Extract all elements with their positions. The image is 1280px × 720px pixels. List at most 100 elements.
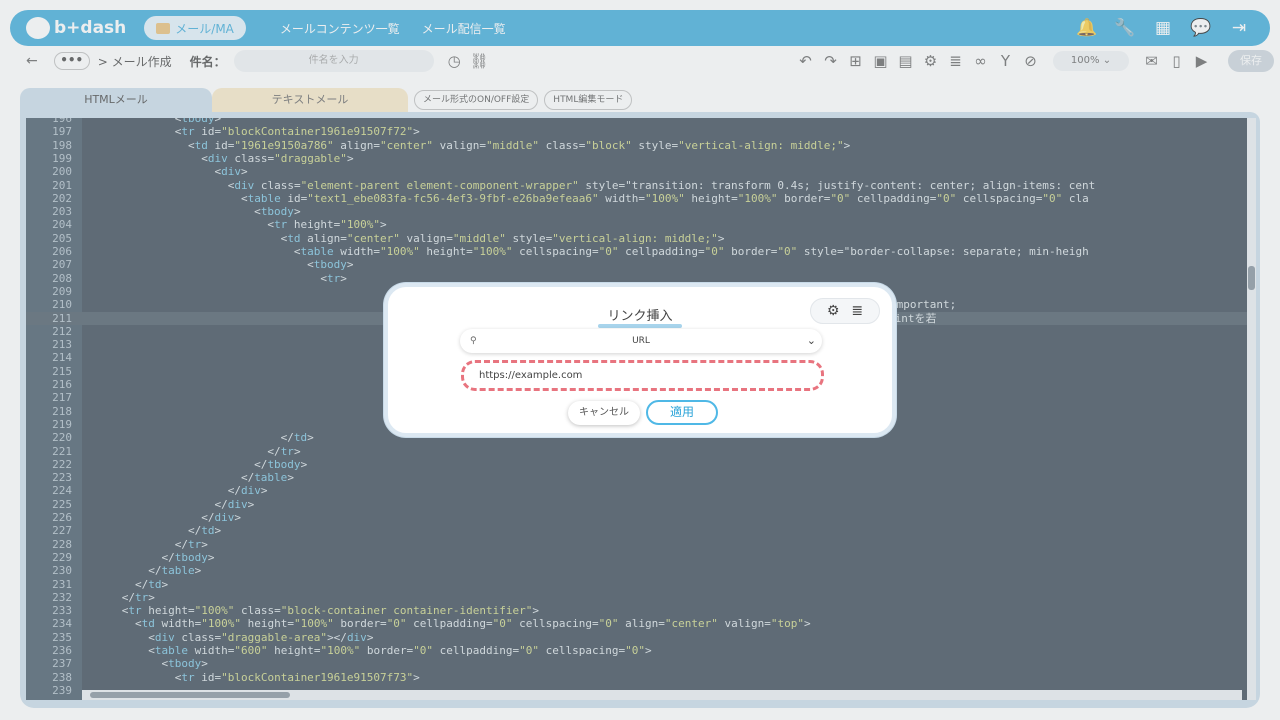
more-button[interactable]: ••• <box>53 52 90 70</box>
apply-button[interactable]: 適用 <box>646 400 718 425</box>
line-number: 204 <box>52 218 72 232</box>
code-line[interactable]: 200 <div> <box>26 165 1248 178</box>
line-number: 224 <box>52 484 72 498</box>
code-line[interactable]: 202 <table id="text1_ebe083fa-fc56-4ef3-… <box>26 192 1248 205</box>
code-line[interactable]: 225 </div> <box>26 498 1248 511</box>
code-line[interactable]: 221 </tr> <box>26 445 1248 458</box>
dialog-tools: ⚙ ≣ <box>810 298 880 324</box>
play-icon[interactable]: ▶ <box>1189 52 1214 70</box>
code-line[interactable]: 230 </table> <box>26 564 1248 577</box>
code-line[interactable]: 236 <table width="600" height="100%" bor… <box>26 644 1248 657</box>
top-navigation-bar: b+dash メール/MA メールコンテンツ一覧 メール配信一覧 🔔 🔧 ▦ 💬… <box>10 10 1270 46</box>
image-icon[interactable]: ▣ <box>868 52 893 70</box>
code-line[interactable]: 233 <tr height="100%" class="block-conta… <box>26 604 1248 617</box>
line-number: 236 <box>52 644 72 657</box>
settings-gears-icon[interactable]: ⚙ <box>827 303 840 319</box>
code-line[interactable]: 223 </table> <box>26 471 1248 484</box>
code-line[interactable]: 224 </div> <box>26 484 1248 497</box>
code-line[interactable]: 207 <tbody> <box>26 258 1248 271</box>
horizontal-scroll-thumb[interactable] <box>90 692 290 698</box>
line-text: <tr> <box>82 271 347 285</box>
undo-icon[interactable]: ↶ <box>793 52 818 70</box>
zoom-select[interactable]: 100% ⌄ <box>1053 51 1129 71</box>
code-line[interactable]: 237 <tbody> <box>26 657 1248 670</box>
line-number: 218 <box>52 404 72 418</box>
tab-html-mail[interactable]: HTMLメール <box>20 88 212 112</box>
module-label: メール/MA <box>175 21 234 36</box>
unlink-icon[interactable]: ⊘ <box>1018 52 1043 70</box>
back-arrow-icon[interactable]: ← <box>26 53 38 69</box>
horizontal-scrollbar[interactable] <box>82 690 1242 700</box>
code-line[interactable]: 238 <tr id="blockContainer1961e91507f73"… <box>26 671 1248 684</box>
code-line[interactable]: 235 <div class="draggable-area"></div> <box>26 631 1248 644</box>
line-text: </td> <box>82 577 169 591</box>
settings-gears-icon[interactable]: ⚙ <box>918 52 943 70</box>
calendar-icon[interactable]: ▤ <box>893 52 918 70</box>
save-button[interactable]: 保存 <box>1228 50 1274 72</box>
grid-icon[interactable]: ▦ <box>1144 18 1182 38</box>
database-icon[interactable]: ≣ <box>851 303 863 319</box>
code-line[interactable]: 222 </tbody> <box>26 458 1248 471</box>
code-line[interactable]: 228 </tr> <box>26 538 1248 551</box>
code-line[interactable]: 231 </td> <box>26 578 1248 591</box>
code-line[interactable]: 205 <td align="center" valign="middle" s… <box>26 232 1248 245</box>
line-number: 216 <box>52 378 72 391</box>
chat-icon[interactable]: 💬 <box>1182 18 1220 38</box>
logo-icon <box>26 17 50 39</box>
nav-mail-contents[interactable]: メールコンテンツ一覧 <box>280 20 400 37</box>
line-text: </div> <box>82 484 268 498</box>
code-line[interactable]: 203 <tbody> <box>26 205 1248 218</box>
add-block-icon[interactable]: ⊞ <box>843 52 868 70</box>
code-line[interactable]: 196 <tbody> <box>26 118 1248 125</box>
line-number: 232 <box>52 590 72 604</box>
code-line[interactable]: 198 <td id="1961e9150a786" align="center… <box>26 139 1248 152</box>
code-line[interactable]: 197 <tr id="blockContainer1961e91507f72"… <box>26 125 1248 138</box>
logo[interactable]: b+dash <box>26 17 126 39</box>
code-line[interactable]: 227 </td> <box>26 524 1248 537</box>
line-number: 203 <box>52 205 72 219</box>
line-text: </tr> <box>82 537 208 551</box>
line-text: </table> <box>82 471 294 485</box>
nav-mail-delivery[interactable]: メール配信一覧 <box>422 20 506 37</box>
logout-icon[interactable]: ⇥ <box>1220 18 1258 38</box>
code-line[interactable]: 229 </tbody> <box>26 551 1248 564</box>
tab-text-mail[interactable]: テキストメール <box>212 88 408 112</box>
code-line[interactable]: 199 <div class="draggable"> <box>26 152 1248 165</box>
schedule-icon[interactable]: ◷ <box>442 52 467 70</box>
link-icon[interactable]: ∞ <box>968 52 993 70</box>
subject-input[interactable]: 件名を入力 <box>233 50 434 72</box>
wrench-icon[interactable]: 🔧 <box>1106 18 1144 38</box>
html-edit-mode-button[interactable]: HTML編集モード <box>544 90 633 110</box>
code-line[interactable]: 232 </tr> <box>26 591 1248 604</box>
line-number: 237 <box>52 657 72 671</box>
mail-format-toggle-button[interactable]: メール形式のON/OFF設定 <box>414 90 539 110</box>
module-switcher[interactable]: メール/MA <box>144 16 246 40</box>
bell-icon[interactable]: 🔔 <box>1068 18 1106 38</box>
editor-tabs: HTMLメール テキストメール メール形式のON/OFF設定 HTML編集モード <box>20 88 633 112</box>
vertical-scrollbar[interactable] <box>1247 118 1256 700</box>
line-text: <td width="100%" height="100%" border="0… <box>82 617 811 631</box>
preview-icon[interactable]: ▯ <box>1164 52 1189 70</box>
line-number: 197 <box>52 125 72 139</box>
code-line[interactable]: 234 <td width="100%" height="100%" borde… <box>26 617 1248 630</box>
line-text: <tbody> <box>82 205 301 219</box>
mail-test-icon[interactable]: ✉ <box>1139 52 1164 70</box>
line-number: 239 <box>52 683 72 697</box>
redo-icon[interactable]: ↷ <box>818 52 843 70</box>
url-input[interactable]: https://example.com <box>461 360 824 391</box>
line-number: 223 <box>52 471 72 485</box>
line-number: 229 <box>52 550 72 564</box>
code-line[interactable]: 226 </div> <box>26 511 1248 524</box>
link-type-select[interactable]: ⚲ URL ⌄ <box>460 329 822 353</box>
database-icon[interactable]: ≣ <box>943 52 968 70</box>
lock-link-icon[interactable]: ⛓ <box>467 52 492 70</box>
branch-icon[interactable]: Y <box>993 52 1018 70</box>
line-number: 222 <box>52 457 72 471</box>
code-line[interactable]: 206 <table width="100%" height="100%" ce… <box>26 245 1248 258</box>
code-line[interactable]: 204 <tr height="100%"> <box>26 218 1248 231</box>
code-line[interactable]: 201 <div class="element-parent element-c… <box>26 179 1248 192</box>
cancel-button[interactable]: キャンセル <box>568 401 640 425</box>
vertical-scroll-thumb[interactable] <box>1248 266 1255 290</box>
line-number: 225 <box>52 497 72 511</box>
line-number: 205 <box>52 231 72 245</box>
